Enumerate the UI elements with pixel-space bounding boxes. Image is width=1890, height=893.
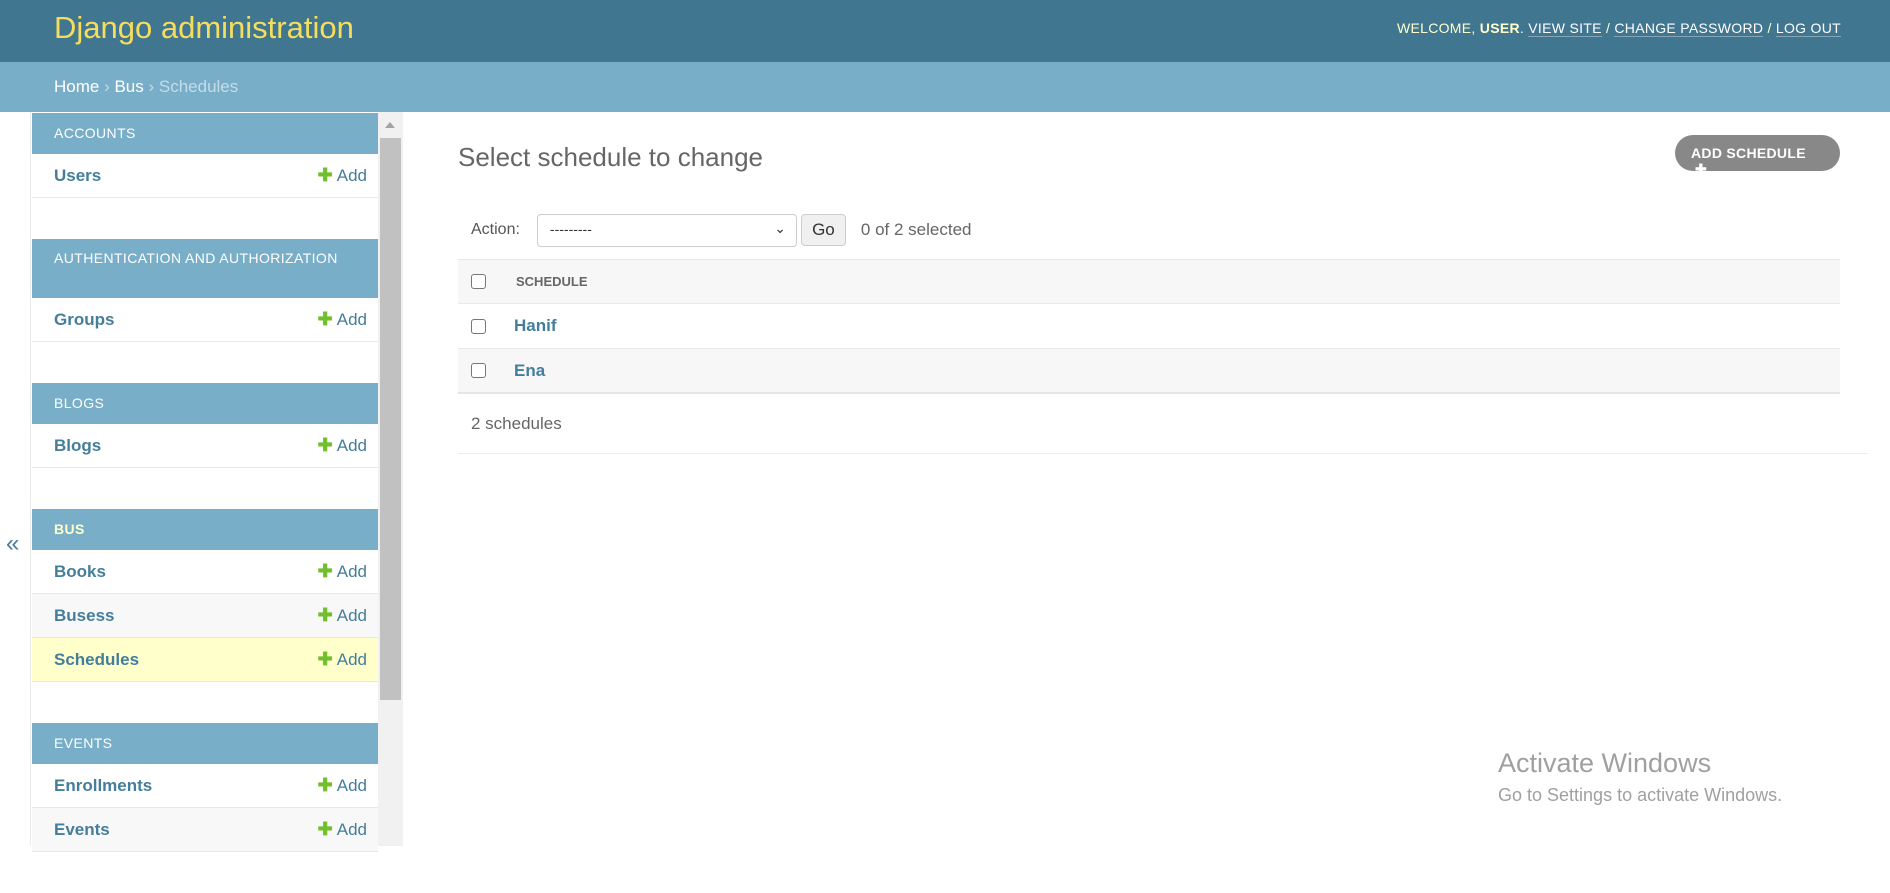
plus-icon: ✚ bbox=[317, 561, 333, 581]
table-header: SCHEDULE bbox=[458, 259, 1840, 304]
sidebar-item-users: Users ✚ Add bbox=[32, 154, 378, 198]
go-button[interactable]: Go bbox=[800, 214, 846, 246]
sidebar-item-schedules: Schedules ✚ Add bbox=[32, 638, 378, 682]
add-link[interactable]: ✚ Add bbox=[318, 435, 367, 456]
sidebar-item-busess: Busess ✚ Add bbox=[32, 594, 378, 638]
model-link[interactable]: Blogs bbox=[54, 436, 101, 456]
nav-sidebar: Accounts Users ✚ Add Authentication and Auth… bbox=[32, 113, 378, 893]
action-select-value: --------- bbox=[549, 220, 592, 237]
app-caption[interactable]: Blogs bbox=[32, 383, 378, 424]
app-module: Authentication and Authorization Groups ✚ A… bbox=[32, 239, 378, 342]
scrollbar-thumb[interactable] bbox=[380, 138, 401, 700]
plus-icon: ✚ bbox=[317, 165, 333, 185]
select-all-checkbox[interactable] bbox=[471, 274, 486, 289]
sidebar-item-events: Events ✚ Add bbox=[32, 808, 378, 852]
add-link[interactable]: ✚ Add bbox=[318, 309, 367, 330]
add-schedule-label: ADD SCHEDULE bbox=[1691, 145, 1806, 161]
actions-bar: Action: --------- ⌄ Go 0 of 2 selected bbox=[458, 213, 1840, 247]
app-module: Events Enrollments ✚ Add Events ✚ Add bbox=[32, 723, 378, 852]
app-caption[interactable]: Events bbox=[32, 723, 378, 764]
action-label: Action: bbox=[471, 221, 520, 238]
row-link[interactable]: Ena bbox=[514, 361, 545, 381]
add-label: Add bbox=[336, 436, 367, 455]
sidebar-item-books: Books ✚ Add bbox=[32, 550, 378, 594]
breadcrumb-current: Schedules bbox=[158, 77, 239, 96]
app-module: Accounts Users ✚ Add bbox=[32, 113, 378, 198]
table-row: Hanif bbox=[458, 304, 1840, 349]
app-caption[interactable]: Accounts bbox=[32, 113, 378, 154]
plus-icon: ✚ bbox=[317, 309, 333, 329]
add-link[interactable]: ✚ Add bbox=[318, 775, 367, 796]
view-site-link[interactable]: VIEW SITE bbox=[1528, 20, 1602, 37]
model-link[interactable]: Groups bbox=[54, 310, 114, 330]
plus-icon: ✚ bbox=[317, 605, 333, 625]
welcome-text: WELCOME, bbox=[1396, 20, 1480, 36]
sidebar-item-groups: Groups ✚ Add bbox=[32, 298, 378, 342]
app-caption[interactable]: Authentication and Authorization bbox=[32, 239, 378, 298]
plus-icon: ✚ bbox=[317, 775, 333, 795]
activate-windows-watermark: Activate Windows Go to Settings to activa… bbox=[1498, 748, 1782, 806]
plus-icon: ✚ bbox=[317, 649, 333, 669]
action-select[interactable]: --------- ⌄ bbox=[536, 213, 797, 247]
change-password-link[interactable]: CHANGE PASSWORD bbox=[1614, 20, 1764, 37]
sidebar-item-blogs: Blogs ✚ Add bbox=[32, 424, 378, 468]
breadcrumb-home[interactable]: Home bbox=[54, 77, 99, 96]
model-link[interactable]: Events bbox=[54, 820, 110, 840]
separator: / bbox=[1601, 20, 1615, 36]
sidebar-scrollbar[interactable] bbox=[378, 112, 403, 846]
app-module: Bus Books ✚ Add Busess ✚ Add Schedules ✚ Add bbox=[32, 509, 378, 682]
plus-icon: ✚ bbox=[1695, 161, 1708, 177]
chevron-down-icon: ⌄ bbox=[774, 219, 786, 236]
add-label: Add bbox=[336, 650, 367, 669]
model-link[interactable]: Busess bbox=[54, 606, 114, 626]
header: Django administration WELCOME, USER. VIE… bbox=[0, 0, 1890, 62]
page-title: Select schedule to change bbox=[458, 142, 763, 172]
add-link[interactable]: ✚ Add bbox=[318, 819, 367, 840]
user-tools: WELCOME, USER. VIEW SITE / CHANGE PASSWO… bbox=[1396, 20, 1841, 37]
add-schedule-button[interactable]: ADD SCHEDULE ✚ bbox=[1675, 135, 1840, 177]
breadcrumb-bus[interactable]: Bus bbox=[114, 77, 143, 96]
app-caption[interactable]: Bus bbox=[32, 509, 378, 550]
add-label: Add bbox=[336, 606, 367, 625]
selected-count: 0 of 2 selected bbox=[860, 220, 972, 239]
column-header-schedule[interactable]: SCHEDULE bbox=[516, 274, 588, 289]
add-link[interactable]: ✚ Add bbox=[318, 165, 367, 186]
model-link[interactable]: Users bbox=[54, 166, 101, 186]
paginator: 2 schedules bbox=[458, 394, 1868, 454]
sidebar-item-enrollments: Enrollments ✚ Add bbox=[32, 764, 378, 808]
breadcrumb: Home › Bus › Schedules bbox=[0, 62, 1890, 112]
app-module: Blogs Blogs ✚ Add bbox=[32, 383, 378, 468]
watermark-title: Activate Windows bbox=[1498, 748, 1712, 778]
scroll-up-arrow-icon[interactable] bbox=[385, 122, 395, 128]
add-label: Add bbox=[336, 310, 367, 329]
add-label: Add bbox=[336, 562, 367, 581]
model-link[interactable]: Schedules bbox=[54, 650, 139, 670]
row-checkbox[interactable] bbox=[471, 318, 486, 334]
log-out-link[interactable]: LOG OUT bbox=[1775, 20, 1841, 37]
add-link[interactable]: ✚ Add bbox=[318, 561, 367, 582]
site-branding[interactable]: Django administration bbox=[54, 10, 354, 46]
username: USER bbox=[1479, 20, 1520, 36]
results-table: SCHEDULE Hanif Ena 2 schedules bbox=[458, 259, 1868, 454]
watermark-subtitle: Go to Settings to activate Windows. bbox=[1498, 785, 1783, 805]
row-checkbox[interactable] bbox=[471, 363, 486, 378]
model-link[interactable]: Enrollments bbox=[54, 776, 152, 796]
add-link[interactable]: ✚ Add bbox=[318, 649, 367, 670]
chevron-double-left-icon[interactable]: « bbox=[6, 530, 19, 558]
add-label: Add bbox=[336, 820, 367, 839]
plus-icon: ✚ bbox=[317, 435, 333, 455]
nav-sidebar-toggle[interactable]: « bbox=[0, 112, 31, 846]
model-link[interactable]: Books bbox=[54, 562, 106, 582]
add-link[interactable]: ✚ Add bbox=[318, 605, 367, 626]
add-label: Add bbox=[336, 166, 367, 185]
separator: / bbox=[1763, 20, 1776, 36]
row-link[interactable]: Hanif bbox=[514, 316, 557, 336]
plus-icon: ✚ bbox=[317, 819, 333, 839]
table-row: Ena bbox=[458, 349, 1840, 394]
add-label: Add bbox=[336, 776, 367, 795]
